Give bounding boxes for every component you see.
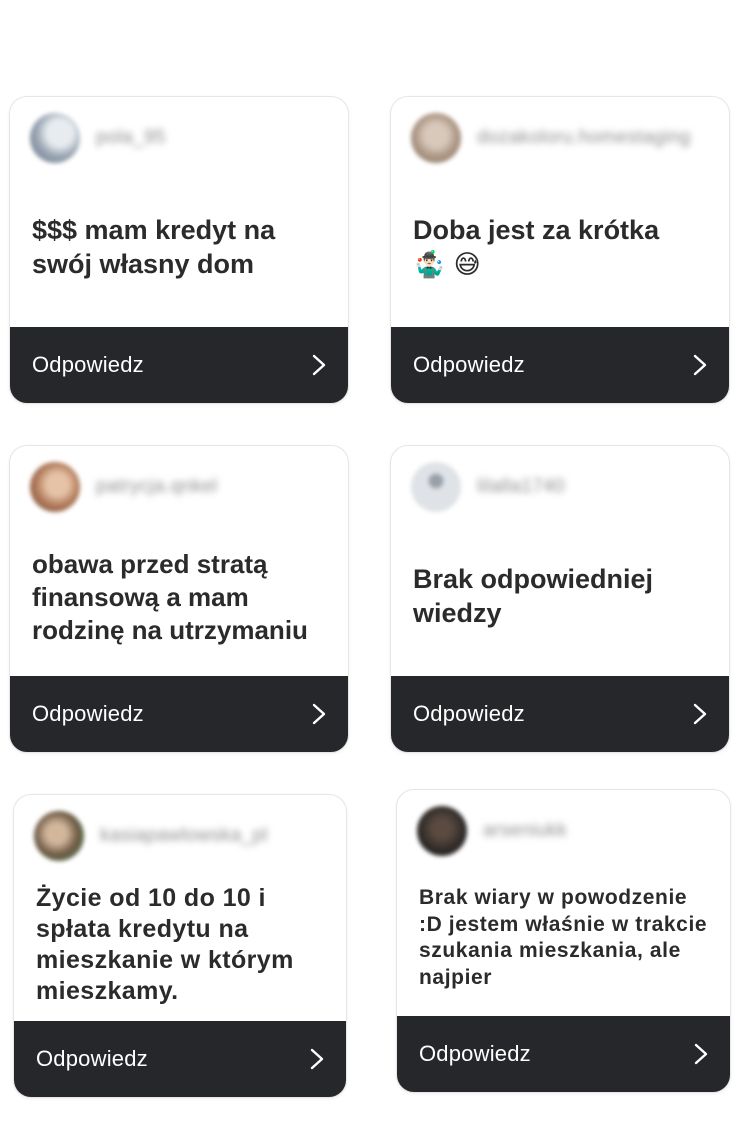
reply-label: Odpowiedz (413, 352, 525, 377)
card-header: pola_95 (30, 113, 166, 163)
avatar[interactable] (411, 462, 461, 512)
reply-button[interactable]: Odpowiedz (391, 676, 729, 752)
question-text: obawa przed stratą finansową a mam rodzi… (32, 549, 308, 645)
reply-button[interactable]: Odpowiedz (10, 327, 348, 403)
card-header: arseniukk (417, 806, 567, 856)
card-header: dozakoloru.homestaging (411, 113, 691, 163)
avatar[interactable] (34, 811, 84, 861)
question-card: kasiapawlowska_pl Życie od 10 do 10 i sp… (13, 794, 347, 1098)
reply-label: Odpowiedz (32, 352, 144, 377)
chevron-right-icon (312, 354, 326, 376)
question-card: pola_95 $$$ mam kredyt na swój własny do… (9, 96, 349, 404)
question-text: Brak wiary w powodzenie :D jestem właśni… (419, 886, 708, 989)
username[interactable]: pola_95 (96, 127, 166, 149)
question-text: Brak odpowiedniej wiedzy (413, 564, 654, 628)
emoji: 🤹🏻‍♂️ 😅 (413, 250, 481, 280)
reply-button[interactable]: Odpowiedz (397, 1016, 730, 1092)
reply-label: Odpowiedz (36, 1046, 148, 1071)
username[interactable]: dozakoloru.homestaging (477, 127, 691, 149)
chevron-right-icon (693, 703, 707, 725)
reply-button[interactable]: Odpowiedz (10, 676, 348, 752)
reply-label: Odpowiedz (419, 1041, 531, 1066)
chevron-right-icon (694, 1043, 708, 1065)
question-text: $$$ mam kredyt na swój własny dom (32, 215, 276, 279)
avatar[interactable] (411, 113, 461, 163)
username[interactable]: kasiapawlowska_pl (100, 825, 268, 847)
username[interactable]: arseniukk (483, 820, 567, 842)
chevron-right-icon (312, 703, 326, 725)
avatar[interactable] (30, 462, 80, 512)
chevron-right-icon (310, 1048, 324, 1070)
question-card: dozakoloru.homestaging Doba jest za krót… (390, 96, 730, 404)
card-header: kasiapawlowska_pl (34, 811, 268, 861)
reply-button[interactable]: Odpowiedz (391, 327, 729, 403)
reply-label: Odpowiedz (413, 701, 525, 726)
question-card: lilalla1740 Brak odpowiedniej wiedzy Odp… (390, 445, 730, 753)
username[interactable]: lilalla1740 (477, 476, 565, 498)
avatar[interactable] (417, 806, 467, 856)
username[interactable]: patrycja.qnkel (96, 476, 217, 498)
question-card: arseniukk Brak wiary w powodzenie :D jes… (396, 789, 731, 1093)
question-text: Doba jest za krótka 🤹🏻‍♂️ 😅 (413, 215, 660, 280)
reply-label: Odpowiedz (32, 701, 144, 726)
question-text: Życie od 10 do 10 i spłata kredytu na mi… (36, 884, 294, 1005)
question-card: patrycja.qnkel obawa przed stratą finans… (9, 445, 349, 753)
chevron-right-icon (693, 354, 707, 376)
card-header: patrycja.qnkel (30, 462, 217, 512)
reply-button[interactable]: Odpowiedz (14, 1021, 346, 1097)
avatar[interactable] (30, 113, 80, 163)
card-header: lilalla1740 (411, 462, 565, 512)
